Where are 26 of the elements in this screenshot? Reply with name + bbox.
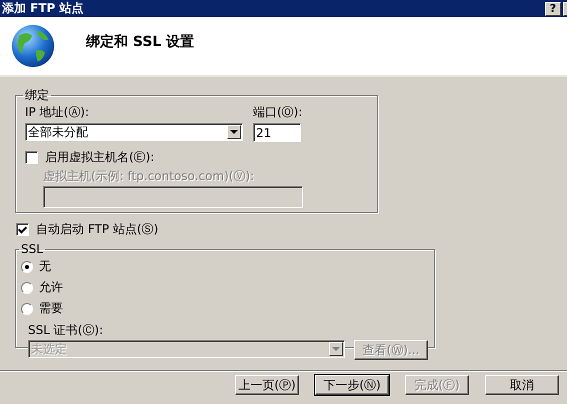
radio-label: 无: [39, 258, 51, 275]
radio-button[interactable]: [21, 282, 33, 294]
page-heading: 绑定和 SSL 设置: [86, 33, 194, 51]
help-button[interactable]: ?: [545, 2, 561, 16]
globe-icon: [10, 23, 56, 69]
ip-label: IP 地址(Ⓐ):: [25, 104, 90, 121]
radio-button[interactable]: [21, 302, 33, 314]
radio-button[interactable]: [21, 260, 33, 272]
radio-label: 需要: [39, 300, 63, 317]
ip-dropdown[interactable]: 全部未分配: [25, 123, 243, 141]
certificate-label: SSL 证书(Ⓒ):: [28, 322, 104, 339]
radio-label: 允许: [39, 279, 63, 296]
wizard-button[interactable]: 取消: [485, 375, 559, 395]
wizard-button[interactable]: 上一页(Ⓟ): [235, 375, 299, 395]
window-title: 添加 FTP 站点: [1, 0, 84, 17]
virtual-host-label: 虚拟主机(示例: ftp.contoso.com)(Ⓥ):: [43, 168, 256, 185]
checkbox[interactable]: [25, 151, 38, 164]
port-label: 端口(Ⓞ):: [253, 104, 302, 121]
checkbox-label: 自动启动 FTP 站点(Ⓢ): [36, 221, 158, 238]
port-field[interactable]: 21: [253, 123, 301, 142]
group-title: SSL: [20, 242, 44, 256]
checkbox[interactable]: [16, 223, 29, 236]
virtual-host-field[interactable]: [43, 186, 303, 208]
group-title: 绑定: [24, 87, 50, 104]
wizard-button[interactable]: 下一步(Ⓝ): [315, 375, 389, 395]
checkbox-label: 启用虚拟主机名(Ⓔ):: [45, 149, 154, 166]
